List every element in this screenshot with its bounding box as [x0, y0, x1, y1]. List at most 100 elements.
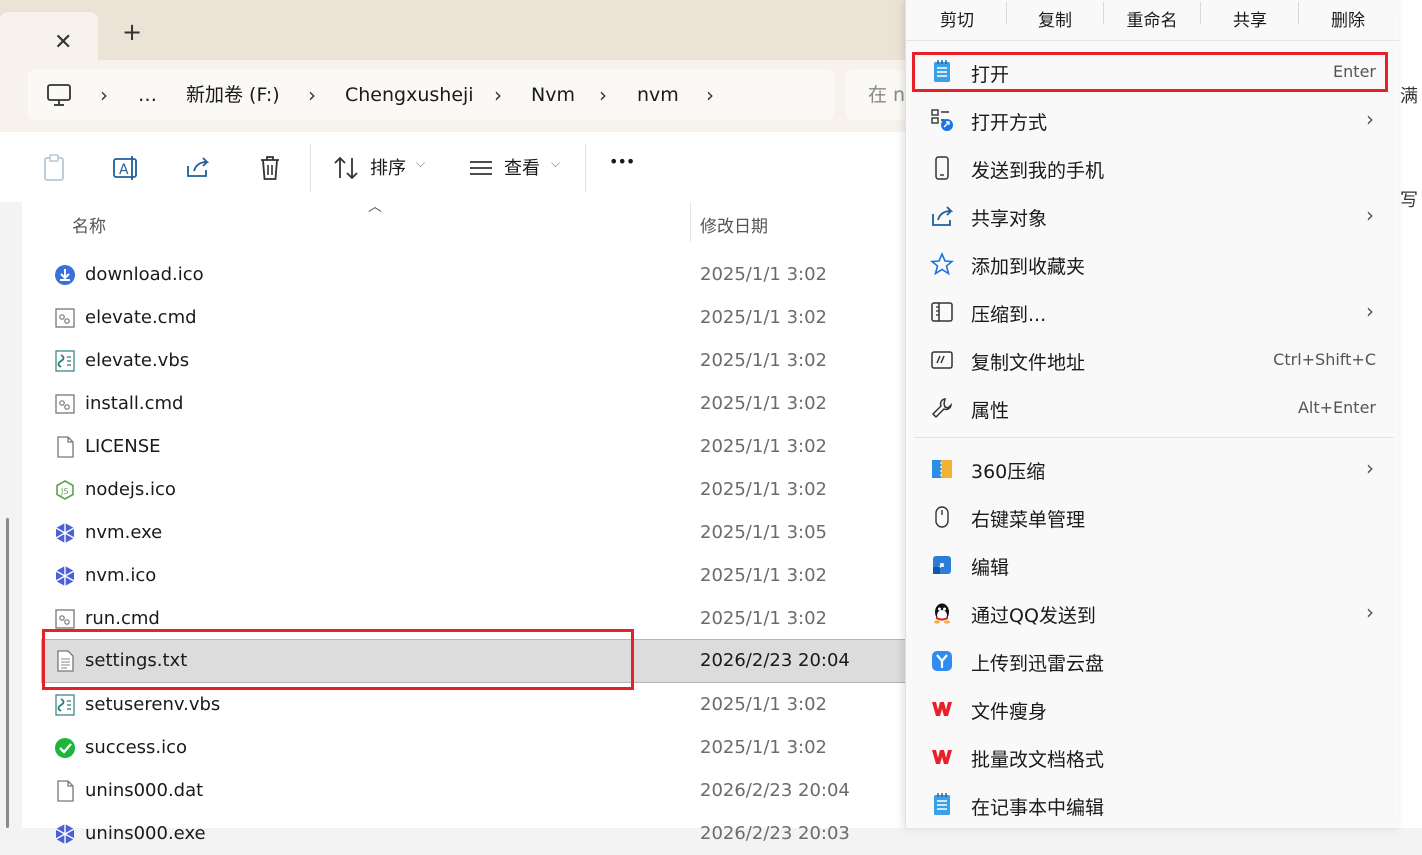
file-name: elevate.vbs: [85, 350, 190, 371]
search-input[interactable]: 在 n: [846, 70, 906, 120]
cut-button[interactable]: 剪切: [908, 6, 1006, 31]
sort-icon[interactable]: [330, 152, 362, 184]
menu-item[interactable]: 上传到迅雷云盘: [914, 638, 1394, 684]
file-modified-date: 2025/1/1 3:02: [700, 608, 827, 629]
file-name: setuserenv.vbs: [85, 694, 221, 715]
active-tab[interactable]: ✕: [0, 12, 98, 60]
menu-item[interactable]: 通过QQ发送到 ›: [914, 590, 1394, 636]
menu-item[interactable]: 360压缩 ›: [914, 446, 1394, 492]
menu-item[interactable]: 编辑: [914, 542, 1394, 588]
submenu-chevron-right-icon: ›: [1366, 600, 1374, 624]
file-list: ︿ 名称 修改日期 download.ico 2025/1/1 3:02 eleva…: [22, 199, 923, 844]
breadcrumb-chevron-icon[interactable]: ›: [100, 70, 108, 120]
breadcrumb-overflow[interactable]: …: [138, 70, 157, 120]
download-icon: [54, 264, 76, 286]
rename-icon[interactable]: A: [110, 152, 142, 184]
file-row[interactable]: elevate.cmd 2025/1/1 3:02: [42, 297, 922, 339]
menu-item-label: 上传到迅雷云盘: [971, 653, 1105, 675]
breadcrumb-chevron-icon[interactable]: ›: [706, 70, 714, 120]
view-button[interactable]: 查看: [504, 154, 540, 180]
computer-icon[interactable]: [46, 70, 72, 120]
menu-item[interactable]: 批量改文档格式: [914, 734, 1394, 780]
new-tab-icon[interactable]: +: [122, 20, 142, 44]
breadcrumb-chevron-icon[interactable]: ›: [494, 70, 502, 120]
menu-item-shortcut: Alt+Enter: [1297, 398, 1376, 417]
menu-item-label: 共享对象: [971, 208, 1048, 230]
breadcrumb-chevron-icon[interactable]: ›: [599, 70, 607, 120]
address-bar[interactable]: › … 新加卷 (F:) › Chengxusheji › Nvm › nvm …: [28, 70, 834, 120]
menu-item[interactable]: 共享对象 ›: [914, 193, 1394, 239]
menu-item[interactable]: 复制文件地址 Ctrl+Shift+C: [914, 337, 1394, 383]
highlight-box-open-item: [912, 52, 1388, 92]
scrollbar-thumb[interactable]: [6, 518, 9, 828]
file-name: nvm.exe: [85, 522, 163, 543]
breadcrumb-chengxusheji[interactable]: Chengxusheji: [345, 70, 474, 120]
cmd-file-icon: [54, 307, 76, 329]
file-row[interactable]: unins000.exe 2026/2/23 20:03: [42, 813, 922, 855]
copy-button[interactable]: 复制: [1006, 6, 1104, 31]
file-row[interactable]: nvm.ico 2025/1/1 3:02: [42, 555, 922, 597]
file-name: download.ico: [85, 264, 204, 285]
context-menu: 剪切 复制 重命名 共享 删除 打开 Enter 打开方式 › 发送到我的手机 共享对象 ›…: [905, 0, 1399, 828]
column-divider[interactable]: [690, 202, 691, 242]
svg-text:JS: JS: [60, 487, 68, 496]
column-header-date[interactable]: 修改日期: [700, 212, 768, 237]
breadcrumb-nvm-parent[interactable]: Nvm: [531, 70, 575, 120]
search-placeholder: 在 n: [868, 84, 906, 106]
menu-item[interactable]: 在记事本中编辑: [914, 782, 1394, 828]
file-row[interactable]: setuserenv.vbs 2025/1/1 3:02: [42, 684, 922, 726]
menu-item-label: 文件瘦身: [971, 701, 1048, 723]
file-row[interactable]: download.ico 2025/1/1 3:02: [42, 254, 922, 296]
menu-item-label: 批量改文档格式: [971, 749, 1105, 771]
file-row[interactable]: elevate.vbs 2025/1/1 3:02: [42, 340, 922, 382]
wps-icon: [930, 745, 954, 769]
close-tab-icon[interactable]: ✕: [54, 32, 72, 54]
file-row[interactable]: JS nodejs.ico 2025/1/1 3:02: [42, 469, 922, 511]
menu-item[interactable]: 右键菜单管理: [914, 494, 1394, 540]
menu-item-label: 打开方式: [971, 112, 1048, 134]
context-menu-quick-actions: 剪切 复制 重命名 共享 删除: [906, 0, 1399, 41]
menu-separator: [914, 437, 1394, 438]
file-name: unins000.exe: [85, 823, 206, 844]
paste-icon[interactable]: [38, 152, 70, 184]
delete-icon[interactable]: [254, 152, 286, 184]
vbs-file-icon: [54, 350, 76, 372]
share-icon[interactable]: [182, 152, 214, 184]
sort-chevron-down-icon[interactable]: ⌵: [416, 156, 425, 171]
rename-button[interactable]: 重命名: [1103, 6, 1201, 31]
menu-item-label: 通过QQ发送到: [971, 605, 1096, 627]
file-modified-date: 2025/1/1 3:02: [700, 694, 827, 715]
breadcrumb-nvm[interactable]: nvm: [637, 70, 679, 120]
menu-item[interactable]: 压缩到... ›: [914, 289, 1394, 335]
menu-item[interactable]: 打开方式 ›: [914, 97, 1394, 143]
cmd-file-icon: [54, 608, 76, 630]
file-row[interactable]: unins000.dat 2026/2/23 20:04: [42, 770, 922, 812]
menu-item[interactable]: 属性 Alt+Enter: [914, 385, 1394, 431]
menu-item[interactable]: 添加到收藏夹: [914, 241, 1394, 287]
file-row[interactable]: success.ico 2025/1/1 3:02: [42, 727, 922, 769]
sort-button[interactable]: 排序: [370, 154, 406, 180]
file-name: unins000.dat: [85, 780, 204, 801]
view-chevron-down-icon[interactable]: ⌵: [551, 156, 560, 171]
background-text-fragment: 满: [1400, 86, 1418, 107]
delete-button[interactable]: 删除: [1299, 6, 1397, 31]
share-button[interactable]: 共享: [1201, 6, 1299, 31]
file-name: elevate.cmd: [85, 307, 197, 328]
menu-item-label: 属性: [971, 400, 1010, 422]
more-options-button[interactable]: •••: [609, 152, 635, 171]
file-modified-date: 2025/1/1 3:05: [700, 522, 827, 543]
menu-item[interactable]: 发送到我的手机: [914, 145, 1394, 191]
menu-item-shortcut: Ctrl+Shift+C: [1273, 350, 1376, 369]
view-icon[interactable]: [465, 152, 497, 184]
menu-item-label: 复制文件地址: [971, 352, 1086, 374]
menu-item[interactable]: 文件瘦身: [914, 686, 1394, 732]
breadcrumb-drive[interactable]: 新加卷 (F:): [186, 70, 280, 120]
file-row[interactable]: install.cmd 2025/1/1 3:02: [42, 383, 922, 425]
file-row[interactable]: LICENSE 2025/1/1 3:02: [42, 426, 922, 468]
breadcrumb-chevron-icon[interactable]: ›: [308, 70, 316, 120]
file-name: install.cmd: [85, 393, 184, 414]
file-row[interactable]: nvm.exe 2025/1/1 3:05: [42, 512, 922, 554]
copy-path-icon: [930, 348, 954, 372]
column-header-name[interactable]: 名称: [72, 212, 106, 237]
vbs-file-icon: [54, 694, 76, 716]
